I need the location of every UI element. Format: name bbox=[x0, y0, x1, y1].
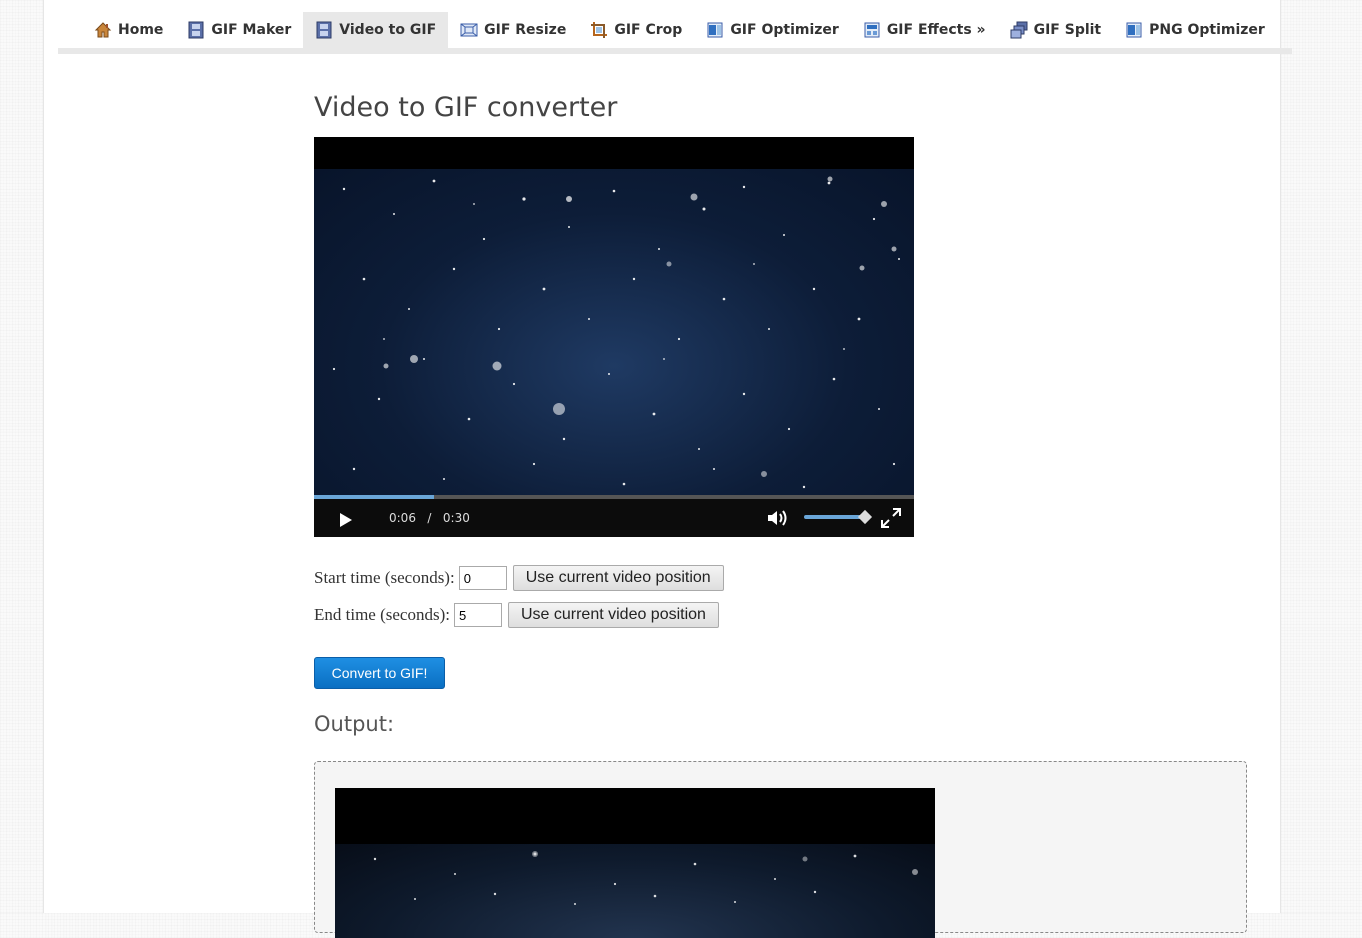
nav-label: GIF Optimizer bbox=[730, 22, 839, 38]
video-controls: 0:06 / 0:30 bbox=[314, 495, 914, 537]
top-nav: Home GIF Maker Video to GIF GIF Resize G… bbox=[58, 12, 1292, 54]
film-icon bbox=[188, 21, 204, 39]
output-gif-image bbox=[335, 788, 935, 938]
fullscreen-icon[interactable] bbox=[880, 507, 902, 529]
volume-icon[interactable] bbox=[766, 508, 790, 528]
output-title: Output: bbox=[314, 712, 395, 736]
end-time-label: End time (seconds): bbox=[314, 605, 450, 624]
nav-label: GIF Crop bbox=[614, 22, 683, 38]
resize-icon bbox=[460, 23, 478, 37]
film-icon bbox=[316, 21, 332, 39]
nav-item-gif-crop[interactable]: GIF Crop bbox=[578, 12, 694, 48]
nav-item-png-optimizer[interactable]: PNG Optimizer bbox=[1113, 12, 1277, 48]
output-gif-frame bbox=[335, 844, 935, 938]
duration: 0:30 bbox=[442, 511, 470, 525]
current-time: 0:06 bbox=[389, 511, 416, 525]
play-icon[interactable] bbox=[336, 511, 354, 529]
output-snow-image bbox=[373, 851, 918, 905]
start-time-row: Start time (seconds): Use current video … bbox=[314, 565, 724, 591]
video-progress-bar[interactable] bbox=[314, 495, 914, 499]
video-frame[interactable] bbox=[314, 169, 914, 497]
video-time: 0:06 / 0:30 bbox=[389, 511, 470, 525]
nav-item-home[interactable]: Home bbox=[82, 12, 175, 48]
volume-slider-handle[interactable] bbox=[857, 509, 873, 525]
crop-icon bbox=[591, 22, 608, 38]
page-container: Home GIF Maker Video to GIF GIF Resize G… bbox=[43, 0, 1292, 938]
nav-label: PNG Optimizer bbox=[1149, 22, 1265, 38]
video-progress-fill bbox=[314, 495, 434, 499]
page-title: Video to GIF converter bbox=[314, 92, 618, 123]
end-time-input[interactable] bbox=[453, 603, 502, 627]
split-icon bbox=[1010, 21, 1028, 39]
start-time-input[interactable] bbox=[458, 566, 507, 590]
convert-to-gif-button[interactable]: Convert to GIF! bbox=[314, 657, 445, 689]
start-time-label: Start time (seconds): bbox=[314, 568, 455, 587]
nav-item-gif-resize[interactable]: GIF Resize bbox=[448, 12, 578, 48]
end-use-position-button[interactable]: Use current video position bbox=[507, 602, 719, 628]
output-box bbox=[314, 761, 1247, 938]
optimize-icon bbox=[1126, 22, 1142, 38]
optimize-icon bbox=[707, 22, 723, 38]
nav-label: GIF Effects » bbox=[886, 22, 986, 38]
nav-item-video-to-gif[interactable]: Video to GIF bbox=[303, 12, 449, 48]
video-snow-image bbox=[332, 176, 900, 489]
nav-label: GIF Maker bbox=[211, 22, 292, 38]
end-time-row: End time (seconds): Use current video po… bbox=[314, 602, 719, 628]
nav-label: GIF Resize bbox=[484, 22, 567, 38]
nav-item-gif-maker[interactable]: GIF Maker bbox=[175, 12, 303, 48]
nav-label: GIF Split bbox=[1033, 22, 1102, 38]
effects-icon bbox=[864, 22, 880, 38]
video-player[interactable]: 0:06 / 0:30 bbox=[314, 137, 914, 537]
home-icon bbox=[94, 22, 112, 38]
nav-label: Home bbox=[118, 22, 164, 38]
nav-item-gif-optimizer[interactable]: GIF Optimizer bbox=[694, 12, 851, 48]
nav-item-gif-split[interactable]: GIF Split bbox=[998, 12, 1114, 48]
time-separator: / bbox=[427, 511, 432, 525]
nav-item-gif-effects[interactable]: GIF Effects » bbox=[851, 12, 998, 48]
nav-label: Video to GIF bbox=[339, 22, 437, 38]
start-use-position-button[interactable]: Use current video position bbox=[512, 565, 724, 591]
